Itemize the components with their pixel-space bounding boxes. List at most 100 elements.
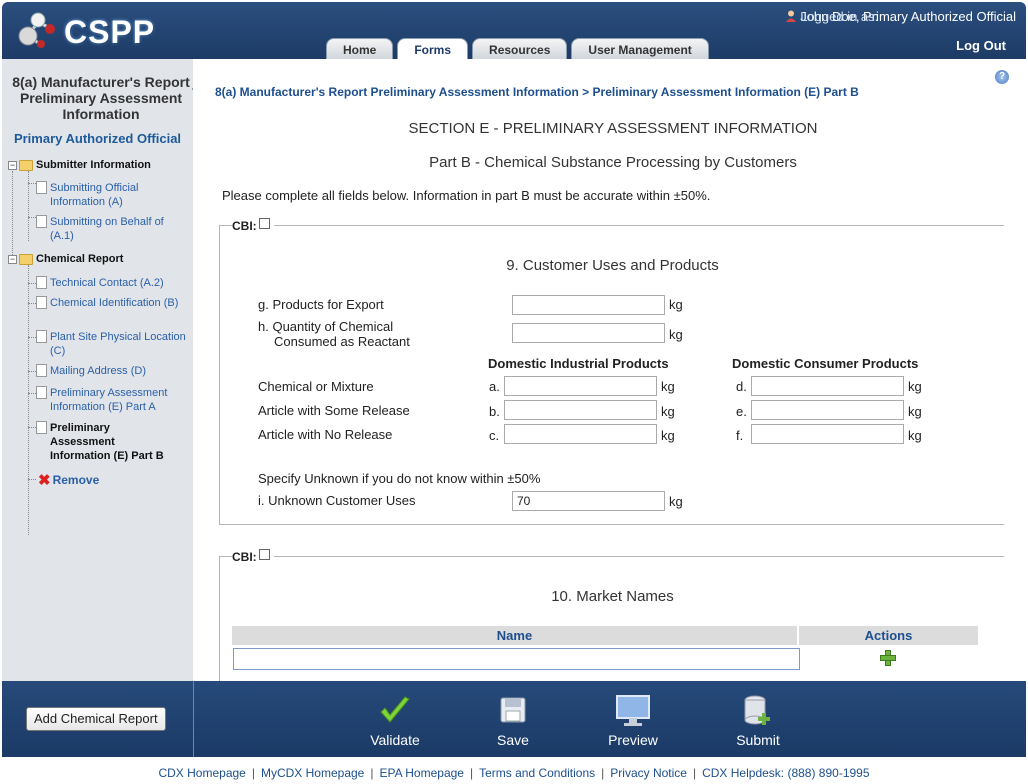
preview-button[interactable]: Preview [593, 695, 673, 748]
letter-e: e. [736, 404, 747, 419]
remove-link[interactable]: ✖ Remove [38, 471, 99, 489]
kg-unit: kg [908, 428, 922, 443]
industrial-some-release-input[interactable] [504, 400, 657, 420]
tree-group-submitter[interactable]: − Submitter Information [8, 159, 151, 171]
database-add-icon [718, 695, 798, 727]
footer-link-terms[interactable]: Terms and Conditions [479, 766, 595, 780]
domestic-consumer-header: Domestic Consumer Products [732, 356, 919, 371]
unknown-note: Specify Unknown if you do not know withi… [258, 471, 541, 486]
kg-unit: kg [661, 404, 675, 419]
unknown-customer-uses-label: i. Unknown Customer Uses [258, 493, 416, 508]
products-export-input[interactable] [512, 295, 665, 315]
industrial-chemical-mixture-input[interactable] [504, 376, 657, 396]
kg-unit: kg [661, 379, 675, 394]
sidebar-item-plant-site[interactable]: Plant Site Physical Location (C) [36, 330, 186, 358]
footer-separator: | [601, 766, 605, 780]
footer-link-epa-homepage[interactable]: EPA Homepage [379, 766, 464, 780]
kg-unit: kg [669, 297, 683, 312]
add-chemical-report-button[interactable]: Add Chemical Report [26, 707, 166, 731]
letter-c: c. [489, 428, 500, 443]
unknown-customer-uses-input[interactable] [512, 491, 665, 511]
quantity-reactant-input[interactable] [512, 323, 665, 343]
action-bar: Add Chemical Report Validate Save Previe… [2, 681, 1026, 757]
consumer-chemical-mixture-input[interactable] [751, 376, 904, 396]
help-icon[interactable]: ? [995, 70, 1009, 84]
sidebar-item-submitting-official[interactable]: Submitting Official Information (A) [36, 181, 186, 209]
footer-link-cdx-homepage[interactable]: CDX Homepage [158, 766, 245, 780]
sidebar-role: Primary Authorized Official [13, 131, 182, 146]
letter-a: a. [489, 379, 500, 394]
folder-icon [19, 160, 33, 171]
footer-link-mycdx-homepage[interactable]: MyCDX Homepage [261, 766, 364, 780]
section-title: SECTION E - PRELIMINARY ASSESSMENT INFOR… [408, 120, 818, 137]
logo-text: CSPP [64, 14, 156, 50]
preview-label: Preview [608, 732, 658, 748]
logged-in-info: Logged in as: John Doe, Primary Authoriz… [785, 9, 1016, 24]
sidebar-item-technical-contact[interactable]: Technical Contact (A.2) [36, 276, 186, 290]
monitor-icon [593, 695, 673, 727]
cbi-checkbox[interactable] [258, 217, 270, 229]
cspp-logo[interactable]: CSPP [16, 8, 156, 52]
collapse-icon[interactable]: − [8, 255, 17, 264]
sidebar-item-part-a[interactable]: Preliminary Assessment Information (E) P… [36, 386, 186, 414]
sidebar-item-label: Preliminary Assessment Information (E) P… [50, 387, 168, 413]
document-icon [36, 386, 47, 399]
customer-uses-title: 9. Customer Uses and Products [506, 257, 719, 274]
tab-resources[interactable]: Resources [472, 38, 568, 60]
name-column-header: Name [232, 626, 797, 645]
market-name-input[interactable] [233, 648, 800, 670]
save-button[interactable]: Save [473, 695, 553, 748]
footer: CDX Homepage | MyCDX Homepage | EPA Homepage… [0, 766, 1028, 780]
kg-unit: kg [908, 404, 922, 419]
remove-label: Remove [52, 473, 100, 487]
floppy-disk-icon [473, 695, 553, 727]
logout-link[interactable]: Log Out [956, 38, 1006, 53]
cbi-label: CBI: [232, 548, 274, 564]
tab-user-management[interactable]: User Management [571, 38, 709, 60]
sidebar-item-submitting-on-behalf[interactable]: Submitting on Behalf of (A.1) [36, 215, 186, 243]
add-icon[interactable] [880, 650, 896, 666]
sidebar-item-label: Technical Contact (A.2) [50, 277, 164, 289]
consumer-some-release-input[interactable] [751, 400, 904, 420]
tab-forms[interactable]: Forms [397, 38, 469, 61]
sidebar-item-mailing-address[interactable]: Mailing Address (D) [36, 364, 186, 378]
document-icon [36, 181, 47, 194]
tree-group-chemical-report[interactable]: − Chemical Report [8, 253, 123, 265]
document-icon [36, 296, 47, 309]
market-names-section: CBI: 10. Market Names Name Actions [219, 548, 1004, 681]
save-label: Save [497, 732, 529, 748]
breadcrumb-item-current: Preliminary Assessment Information (E) P… [592, 85, 859, 99]
some-release-label: Article with Some Release [258, 403, 410, 418]
sidebar-item-label: Submitting Official Information (A) [50, 182, 139, 208]
submit-button[interactable]: Submit [718, 695, 798, 748]
industrial-no-release-input[interactable] [504, 424, 657, 444]
user-icon [785, 10, 797, 22]
tab-home[interactable]: Home [326, 38, 394, 60]
instructions: Please complete all fields below. Inform… [222, 188, 711, 203]
footer-separator: | [469, 766, 474, 780]
no-release-label: Article with No Release [258, 427, 393, 442]
app-header: CSPP Logged in as: John Doe, Primary Aut… [2, 2, 1026, 61]
sidebar-title: 8(a) Manufacturer's Report Preliminary A… [12, 74, 190, 122]
document-icon [36, 364, 47, 377]
validate-button[interactable]: Validate [355, 695, 435, 748]
tree-group-label: Chemical Report [36, 253, 124, 265]
quantity-reactant-label-2: Consumed as Reactant [274, 334, 410, 349]
cbi-checkbox[interactable] [258, 548, 270, 560]
quantity-reactant-label-1: h. Quantity of Chemical [258, 319, 394, 334]
consumer-no-release-input[interactable] [751, 424, 904, 444]
tree-group-label: Submitter Information [36, 159, 151, 171]
sidebar-item-chemical-identification[interactable]: Chemical Identification (B) [36, 296, 186, 310]
document-icon [36, 215, 47, 228]
document-icon [36, 421, 47, 434]
products-export-label: g. Products for Export [258, 297, 384, 312]
sidebar-item-label: Mailing Address (D) [50, 365, 146, 377]
footer-link-helpdesk[interactable]: CDX Helpdesk: (888) 890-1995 [702, 766, 869, 780]
breadcrumb: 8(a) Manufacturer's Report Preliminary A… [215, 85, 859, 99]
footer-link-privacy[interactable]: Privacy Notice [610, 766, 687, 780]
sidebar-item-part-b-current[interactable]: Preliminary Assessment Information (E) P… [36, 421, 166, 463]
remove-icon: ✖ [38, 472, 51, 489]
breadcrumb-item[interactable]: 8(a) Manufacturer's Report Preliminary A… [215, 85, 579, 99]
collapse-icon[interactable]: − [8, 161, 17, 170]
actions-column-header: Actions [799, 626, 978, 645]
